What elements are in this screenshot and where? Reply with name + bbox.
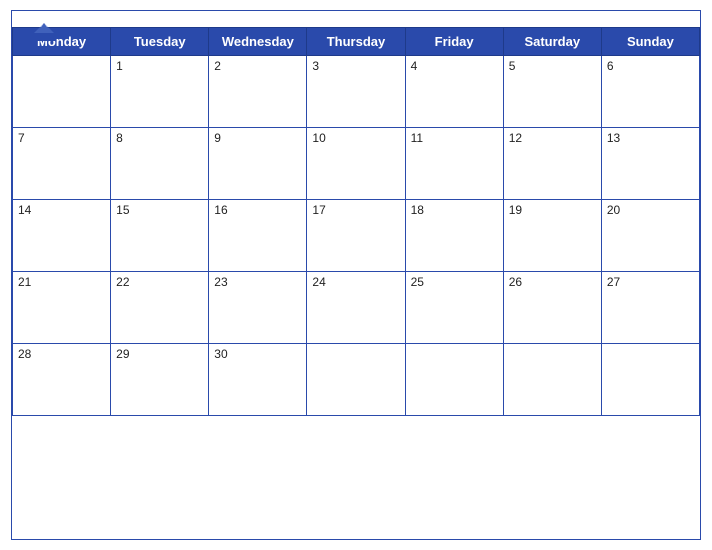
calendar-cell: 26	[503, 272, 601, 344]
calendar-cell: 24	[307, 272, 405, 344]
day-number: 11	[411, 131, 423, 145]
calendar-cell: 6	[601, 56, 699, 128]
calendar-cell	[405, 344, 503, 416]
day-number: 24	[312, 275, 325, 289]
calendar-header	[12, 11, 700, 27]
day-number: 20	[607, 203, 620, 217]
calendar-cell	[503, 344, 601, 416]
day-number: 17	[312, 203, 325, 217]
calendar-cell: 15	[111, 200, 209, 272]
calendar-cell: 8	[111, 128, 209, 200]
week-row-5: 28 29 30	[13, 344, 700, 416]
day-number: 6	[607, 59, 614, 73]
calendar-cell: 25	[405, 272, 503, 344]
calendar-cell: 22	[111, 272, 209, 344]
calendar-cell	[13, 56, 111, 128]
calendar-cell	[307, 344, 405, 416]
calendar-cell: 10	[307, 128, 405, 200]
calendar-cell: 28	[13, 344, 111, 416]
week-row-1: 1 2 3 4 5 6	[13, 56, 700, 128]
calendar-cell: 11	[405, 128, 503, 200]
day-number: 26	[509, 275, 522, 289]
day-number: 21	[18, 275, 31, 289]
day-number: 18	[411, 203, 424, 217]
calendar-cell: 17	[307, 200, 405, 272]
calendar-cell: 5	[503, 56, 601, 128]
logo	[28, 19, 62, 50]
day-header-wednesday: Wednesday	[209, 28, 307, 56]
day-number: 5	[509, 59, 516, 73]
calendar-cell: 21	[13, 272, 111, 344]
day-number: 8	[116, 131, 123, 145]
day-number: 25	[411, 275, 424, 289]
day-number: 10	[312, 131, 325, 145]
week-row-2: 7 8 9 10 11 12 13	[13, 128, 700, 200]
day-number: 30	[214, 347, 227, 361]
day-number: 12	[509, 131, 522, 145]
day-number: 9	[214, 131, 221, 145]
day-number: 23	[214, 275, 227, 289]
calendar-body: 1234567891011121314151617181920212223242…	[13, 56, 700, 416]
day-number: 14	[18, 203, 31, 217]
calendar-table: MondayTuesdayWednesdayThursdayFridaySatu…	[12, 27, 700, 416]
day-number: 22	[116, 275, 129, 289]
day-header-thursday: Thursday	[307, 28, 405, 56]
days-header: MondayTuesdayWednesdayThursdayFridaySatu…	[13, 28, 700, 56]
week-row-4: 21 22 23 24 25 26 27	[13, 272, 700, 344]
calendar-cell: 9	[209, 128, 307, 200]
day-number: 13	[607, 131, 620, 145]
calendar-cell: 30	[209, 344, 307, 416]
day-number: 4	[411, 59, 418, 73]
calendar-cell: 13	[601, 128, 699, 200]
day-header-sunday: Sunday	[601, 28, 699, 56]
calendar-cell: 12	[503, 128, 601, 200]
calendar-cell: 7	[13, 128, 111, 200]
day-number: 15	[116, 203, 129, 217]
day-number: 3	[312, 59, 319, 73]
day-header-tuesday: Tuesday	[111, 28, 209, 56]
day-number: 19	[509, 203, 522, 217]
calendar-cell: 18	[405, 200, 503, 272]
calendar-cell: 1	[111, 56, 209, 128]
calendar-cell: 3	[307, 56, 405, 128]
day-number: 27	[607, 275, 620, 289]
calendar-cell: 4	[405, 56, 503, 128]
calendar: MondayTuesdayWednesdayThursdayFridaySatu…	[11, 10, 701, 540]
calendar-cell: 27	[601, 272, 699, 344]
calendar-cell: 16	[209, 200, 307, 272]
calendar-cell: 19	[503, 200, 601, 272]
logo-bird-icon	[28, 19, 60, 50]
day-number: 1	[116, 59, 123, 73]
calendar-cell: 14	[13, 200, 111, 272]
week-row-3: 14 15 16 17 18 19 20	[13, 200, 700, 272]
day-number: 7	[18, 131, 25, 145]
calendar-cell: 23	[209, 272, 307, 344]
calendar-cell: 2	[209, 56, 307, 128]
day-header-friday: Friday	[405, 28, 503, 56]
day-number: 16	[214, 203, 227, 217]
calendar-cell	[601, 344, 699, 416]
day-header-saturday: Saturday	[503, 28, 601, 56]
day-number: 2	[214, 59, 221, 73]
day-number: 28	[18, 347, 31, 361]
calendar-cell: 20	[601, 200, 699, 272]
day-number: 29	[116, 347, 129, 361]
calendar-cell: 29	[111, 344, 209, 416]
